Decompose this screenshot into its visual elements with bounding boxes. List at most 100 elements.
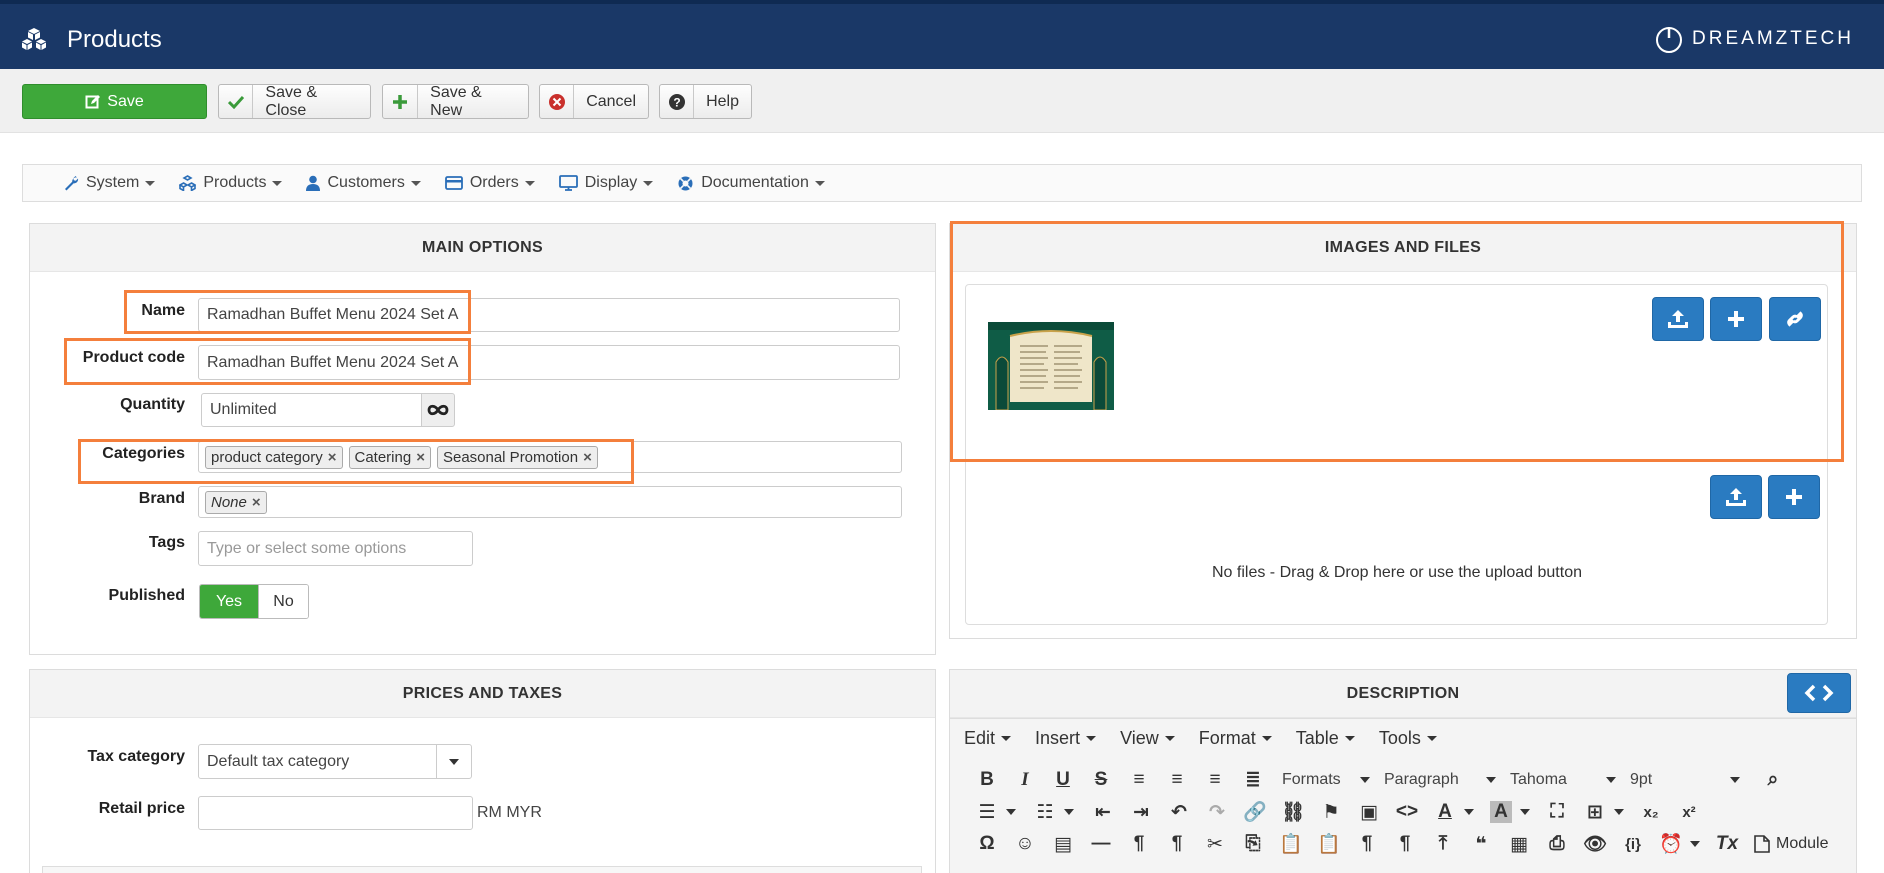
help-button[interactable]: ? Help [659, 84, 752, 119]
preview-icon[interactable]: 👁 [1576, 832, 1614, 856]
menu-system[interactable]: System [63, 174, 156, 192]
fullscreen-icon[interactable]: ⛶ [1538, 801, 1576, 823]
quantity-input[interactable]: Unlimited [201, 393, 422, 427]
align-justify-icon[interactable]: ≣ [1234, 768, 1272, 791]
save-new-button[interactable]: Save & New [382, 84, 529, 119]
editor-menu-format[interactable]: Format [1199, 728, 1272, 749]
prices-subsection [42, 866, 922, 873]
plus-icon [1728, 311, 1744, 327]
binoculars-icon[interactable]: ⌕ [1754, 769, 1792, 791]
remove-icon[interactable]: × [416, 449, 425, 466]
font-size-select[interactable]: 9pt [1630, 771, 1740, 789]
editor-menu-table[interactable]: Table [1296, 728, 1355, 749]
outdent-icon[interactable]: ⇤ [1084, 801, 1122, 824]
module-button[interactable]: Module [1754, 835, 1828, 853]
editor-menu-insert[interactable]: Insert [1035, 728, 1097, 749]
paste-icon[interactable]: 📋 [1272, 832, 1310, 856]
remove-icon[interactable]: × [252, 494, 261, 511]
superscript-icon[interactable]: x² [1670, 804, 1708, 821]
editor-menubar: Edit Insert View Format Table Tools [964, 728, 1461, 749]
menu-customers[interactable]: Customers [306, 174, 421, 192]
cubes-icon [22, 28, 46, 50]
product-code-label: Product code [82, 349, 185, 366]
toggle-code-button[interactable] [1787, 673, 1851, 713]
menu-orders[interactable]: Orders [444, 174, 535, 192]
cubes-icon [179, 175, 197, 191]
table-icon[interactable]: ⊞ [1576, 801, 1614, 824]
background-color-icon[interactable]: A [1490, 801, 1512, 823]
editor-menu-edit[interactable]: Edit [964, 728, 1012, 749]
template-icon[interactable]: ▦ [1500, 833, 1538, 856]
special-char-icon[interactable]: Ω [968, 833, 1006, 855]
image-icon[interactable]: ▣ [1350, 801, 1388, 824]
numbered-list-icon[interactable]: ☷ [1026, 801, 1064, 824]
bullet-list-icon[interactable]: ☰ [968, 801, 1006, 824]
text-color-icon[interactable]: A [1426, 801, 1464, 823]
italic-icon[interactable]: I [1006, 769, 1044, 791]
editor-menu-tools[interactable]: Tools [1379, 728, 1437, 749]
menu-display[interactable]: Display [558, 174, 654, 192]
indent-icon[interactable]: ⇥ [1122, 801, 1160, 824]
print-icon[interactable]: ⎙ [1538, 833, 1576, 855]
retail-price-input[interactable] [198, 796, 473, 830]
published-yes-button[interactable]: Yes [200, 585, 258, 618]
font-family-select[interactable]: Tahoma [1510, 771, 1616, 789]
emoticon-icon[interactable]: ☺ [1006, 833, 1044, 855]
align-left-icon[interactable]: ≡ [1120, 769, 1158, 791]
formats-select[interactable]: Formats [1282, 771, 1370, 789]
clear-format-icon[interactable]: Tx [1708, 833, 1746, 855]
link-image-button[interactable] [1769, 297, 1821, 341]
save-close-button[interactable]: Save & Close [218, 84, 371, 119]
cut-icon[interactable]: ✂ [1196, 833, 1234, 856]
subscript-icon[interactable]: x₂ [1632, 804, 1670, 821]
action-toolbar: Save Save & Close Save & New Cancel ? He… [0, 69, 1884, 133]
ltr-icon[interactable]: ¶ [1120, 833, 1158, 855]
name-input[interactable]: Ramadhan Buffet Menu 2024 Set A [198, 298, 900, 332]
upload-image-button[interactable] [1652, 297, 1704, 341]
menu-products[interactable]: Products [179, 174, 283, 192]
align-right-icon[interactable]: ≡ [1196, 769, 1234, 791]
redo-icon[interactable]: ↷ [1198, 801, 1236, 824]
currency-label: RM MYR [477, 804, 542, 821]
bold-icon[interactable]: B [968, 769, 1006, 791]
categories-input[interactable]: product category × Catering × Seasonal Pro… [198, 441, 902, 473]
add-file-button[interactable] [1768, 475, 1820, 519]
save-button[interactable]: Save [22, 84, 207, 119]
show-blocks-icon[interactable]: ¶ [1386, 833, 1424, 855]
editor-menu-view[interactable]: View [1120, 728, 1175, 749]
unlimited-toggle[interactable] [421, 393, 455, 427]
copy-icon[interactable]: ⎘ [1234, 833, 1272, 855]
add-image-button[interactable] [1710, 297, 1762, 341]
rtl-icon[interactable]: ¶ [1158, 833, 1196, 855]
brand-logo: DREAMZTECH [1654, 24, 1854, 54]
brand-input[interactable]: None × [198, 486, 902, 518]
upload-file-button[interactable] [1710, 475, 1762, 519]
product-image-thumbnail[interactable] [988, 322, 1114, 410]
blockquote-icon[interactable]: ❝ [1462, 833, 1500, 856]
strikethrough-icon[interactable]: S [1082, 769, 1120, 791]
category-chip: Catering × [348, 445, 431, 469]
media-icon[interactable]: ▤ [1044, 833, 1082, 856]
cancel-button[interactable]: Cancel [539, 84, 649, 119]
unlink-icon[interactable]: ⛓ [1274, 800, 1312, 824]
menu-documentation[interactable]: Documentation [677, 174, 825, 192]
horizontal-rule-icon[interactable]: — [1082, 833, 1120, 855]
variables-icon[interactable]: {i} [1614, 836, 1652, 853]
remove-icon[interactable]: × [583, 449, 592, 466]
undo-icon[interactable]: ↶ [1160, 801, 1198, 824]
published-no-button[interactable]: No [258, 585, 308, 618]
date-time-icon[interactable]: ⏰ [1652, 832, 1690, 856]
paste-text-icon[interactable]: 📋 [1310, 832, 1348, 856]
upload-icon[interactable]: ⤒ [1424, 833, 1462, 855]
product-code-input[interactable]: Ramadhan Buffet Menu 2024 Set A [198, 345, 900, 380]
remove-icon[interactable]: × [328, 449, 337, 466]
link-icon[interactable]: 🔗 [1236, 800, 1274, 824]
tax-category-select[interactable]: Default tax category [198, 744, 472, 779]
bookmark-icon[interactable]: ⚑ [1312, 801, 1350, 824]
paragraph-icon[interactable]: ¶ [1348, 833, 1386, 855]
tags-input[interactable]: Type or select some options [198, 531, 473, 566]
paragraph-select[interactable]: Paragraph [1384, 771, 1496, 789]
code-icon[interactable]: <> [1388, 801, 1426, 823]
align-center-icon[interactable]: ≡ [1158, 769, 1196, 791]
underline-icon[interactable]: U [1044, 769, 1082, 791]
